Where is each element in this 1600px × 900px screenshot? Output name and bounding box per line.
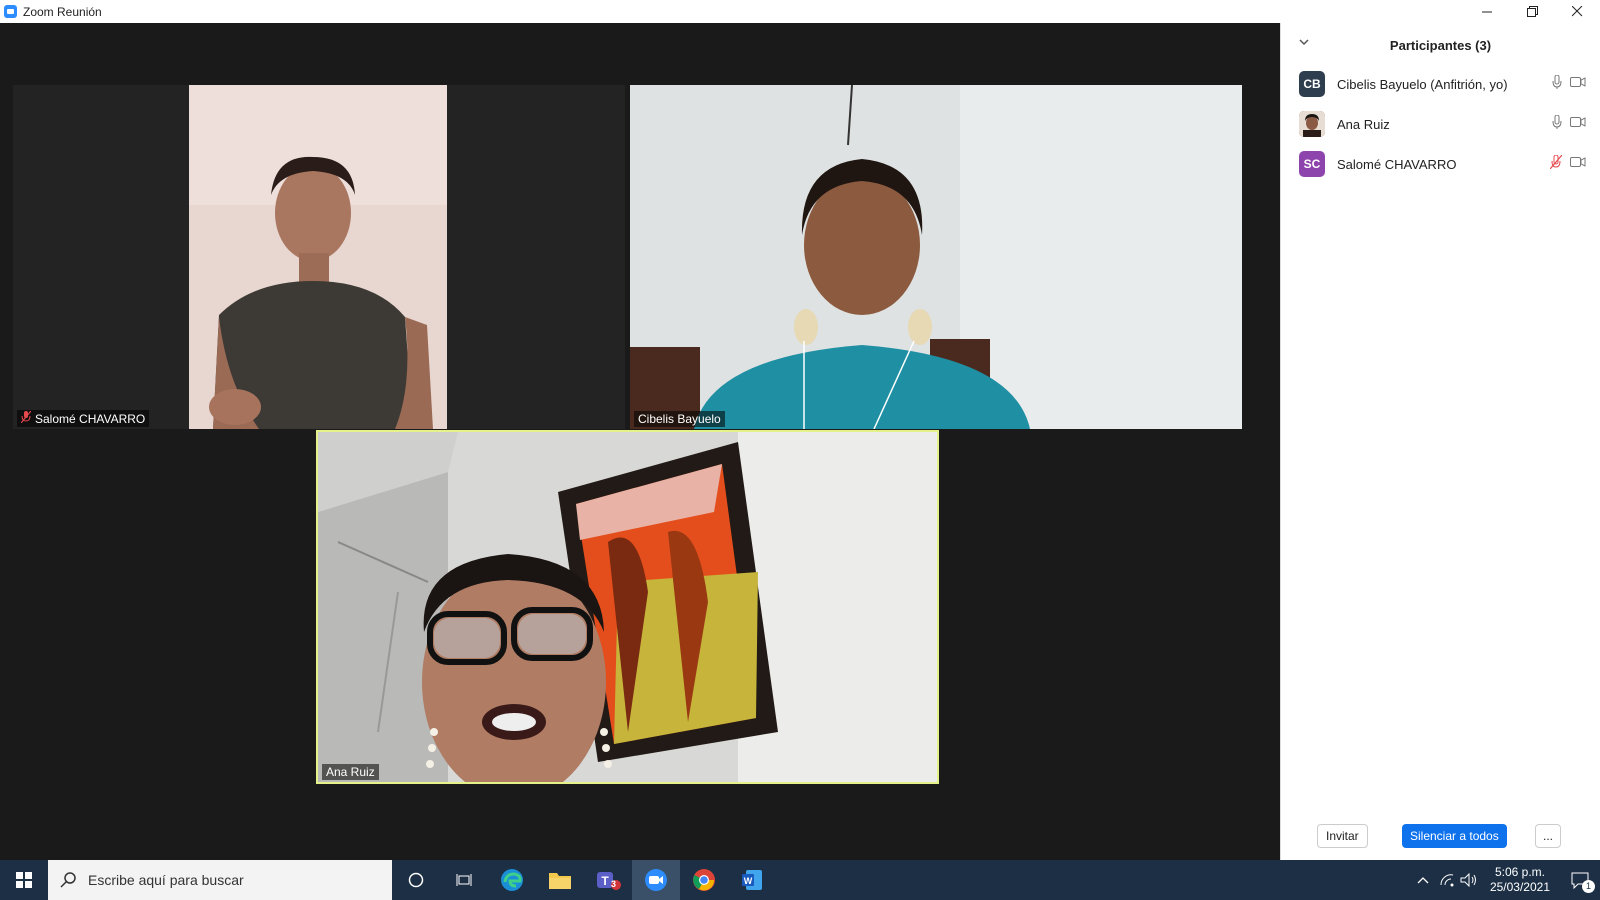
- edge-icon: [501, 869, 523, 891]
- window-title: Zoom Reunión: [23, 4, 102, 19]
- participant-video-ana: [318, 432, 937, 782]
- avatar-photo: [1299, 111, 1325, 137]
- folder-icon: [549, 873, 571, 889]
- participant-row[interactable]: CB Cibelis Bayuelo (Anfitrión, yo): [1281, 64, 1600, 104]
- teams-icon: T: [597, 872, 621, 890]
- system-tray: 5:06 p.m. 25/03/2021 1: [1410, 860, 1600, 900]
- participant-controls: [1552, 114, 1586, 134]
- start-button[interactable]: [0, 860, 48, 900]
- video-name: Cibelis Bayuelo: [638, 412, 721, 426]
- video-tile-salome[interactable]: Salomé CHAVARRO: [13, 85, 625, 429]
- cortana-icon: [408, 872, 424, 888]
- taskbar-clock[interactable]: 5:06 p.m. 25/03/2021: [1480, 865, 1560, 895]
- task-view-button[interactable]: [440, 860, 488, 900]
- participant-video-salome: [13, 85, 625, 429]
- invite-button[interactable]: Invitar: [1317, 824, 1368, 848]
- chrome-button[interactable]: [680, 860, 728, 900]
- video-name: Ana Ruiz: [326, 765, 375, 779]
- mute-all-button[interactable]: Silenciar a todos: [1402, 824, 1507, 848]
- show-hidden-icons-button[interactable]: [1410, 860, 1436, 900]
- windows-logo-icon: [16, 872, 32, 888]
- mic-icon[interactable]: [1552, 74, 1562, 94]
- collapse-panel-button[interactable]: [1299, 37, 1309, 49]
- task-view-icon: [456, 874, 472, 886]
- cortana-button[interactable]: [392, 860, 440, 900]
- video-camera-icon[interactable]: [1570, 155, 1586, 173]
- video-tile-ana[interactable]: Ana Ruiz: [316, 430, 939, 784]
- chevron-up-icon: [1417, 877, 1429, 884]
- minimize-button[interactable]: [1465, 0, 1510, 22]
- more-options-button[interactable]: ...: [1535, 824, 1561, 848]
- clock-time: 5:06 p.m.: [1494, 865, 1545, 879]
- video-gallery: Salomé CHAVARRO Cibelis Bayuelo Ana Ruiz: [0, 23, 1280, 860]
- zoom-taskbar-button[interactable]: [632, 860, 680, 900]
- edge-button[interactable]: [488, 860, 536, 900]
- zoom-icon: [645, 869, 667, 891]
- minimize-icon: [1482, 11, 1492, 12]
- participant-video-cibelis: [630, 85, 1242, 429]
- search-placeholder: Escribe aquí para buscar: [88, 872, 244, 888]
- panel-footer: Invitar Silenciar a todos ...: [1281, 814, 1600, 860]
- participants-panel: Participantes (3) CB Cibelis Bayuelo (An…: [1280, 23, 1600, 860]
- word-icon: W: [742, 870, 762, 890]
- participant-name: Ana Ruiz: [1337, 116, 1390, 132]
- notifications-button[interactable]: 1: [1560, 860, 1600, 900]
- wifi-icon: [1440, 874, 1454, 887]
- panel-header: Participantes (3): [1281, 23, 1600, 67]
- muted-mic-icon: [20, 410, 32, 426]
- video-name-tag: Cibelis Bayuelo: [634, 411, 725, 427]
- participant-controls: [1549, 154, 1586, 174]
- svg-text:W: W: [744, 876, 753, 886]
- zoom-app-icon: [4, 5, 17, 18]
- close-icon: [1572, 5, 1583, 16]
- volume-button[interactable]: [1458, 860, 1480, 900]
- mic-icon[interactable]: [1552, 114, 1562, 134]
- participant-name: Cibelis Bayuelo (Anfitrión, yo): [1337, 76, 1508, 92]
- teams-button[interactable]: T 3: [584, 860, 632, 900]
- restore-button[interactable]: [1510, 0, 1555, 22]
- video-name-tag: Salomé CHAVARRO: [17, 410, 150, 427]
- file-explorer-button[interactable]: [536, 860, 584, 900]
- word-button[interactable]: W: [728, 860, 776, 900]
- taskbar-search[interactable]: Escribe aquí para buscar: [48, 860, 392, 900]
- video-camera-icon[interactable]: [1570, 75, 1586, 93]
- windows-taskbar: Escribe aquí para buscar T 3 W 5:06 p.m.: [0, 860, 1600, 900]
- avatar: SC: [1299, 151, 1325, 177]
- participant-row[interactable]: SC Salomé CHAVARRO: [1281, 144, 1600, 184]
- restore-icon: [1527, 5, 1538, 17]
- avatar: [1299, 111, 1325, 137]
- svg-text:T: T: [601, 874, 609, 888]
- video-camera-icon[interactable]: [1570, 115, 1586, 133]
- window-titlebar: Zoom Reunión: [0, 0, 1600, 23]
- speaker-icon: [1460, 873, 1476, 887]
- network-button[interactable]: [1436, 860, 1458, 900]
- muted-mic-icon[interactable]: [1549, 154, 1563, 174]
- chevron-down-icon: [1299, 39, 1309, 46]
- participant-name: Salomé CHAVARRO: [1337, 156, 1457, 172]
- participant-row[interactable]: Ana Ruiz: [1281, 104, 1600, 144]
- close-button[interactable]: [1555, 0, 1600, 22]
- avatar: CB: [1299, 71, 1325, 97]
- window-controls: [1465, 0, 1600, 22]
- teams-badge: 3: [611, 879, 617, 889]
- notification-count: 1: [1582, 880, 1595, 893]
- clock-date: 25/03/2021: [1489, 880, 1550, 894]
- chrome-icon: [693, 869, 715, 891]
- participant-controls: [1552, 74, 1586, 94]
- video-tile-cibelis[interactable]: Cibelis Bayuelo: [630, 85, 1242, 429]
- video-name-tag: Ana Ruiz: [322, 764, 379, 780]
- search-icon: [60, 872, 76, 888]
- panel-title: Participantes (3): [1389, 37, 1492, 53]
- video-name: Salomé CHAVARRO: [35, 411, 146, 426]
